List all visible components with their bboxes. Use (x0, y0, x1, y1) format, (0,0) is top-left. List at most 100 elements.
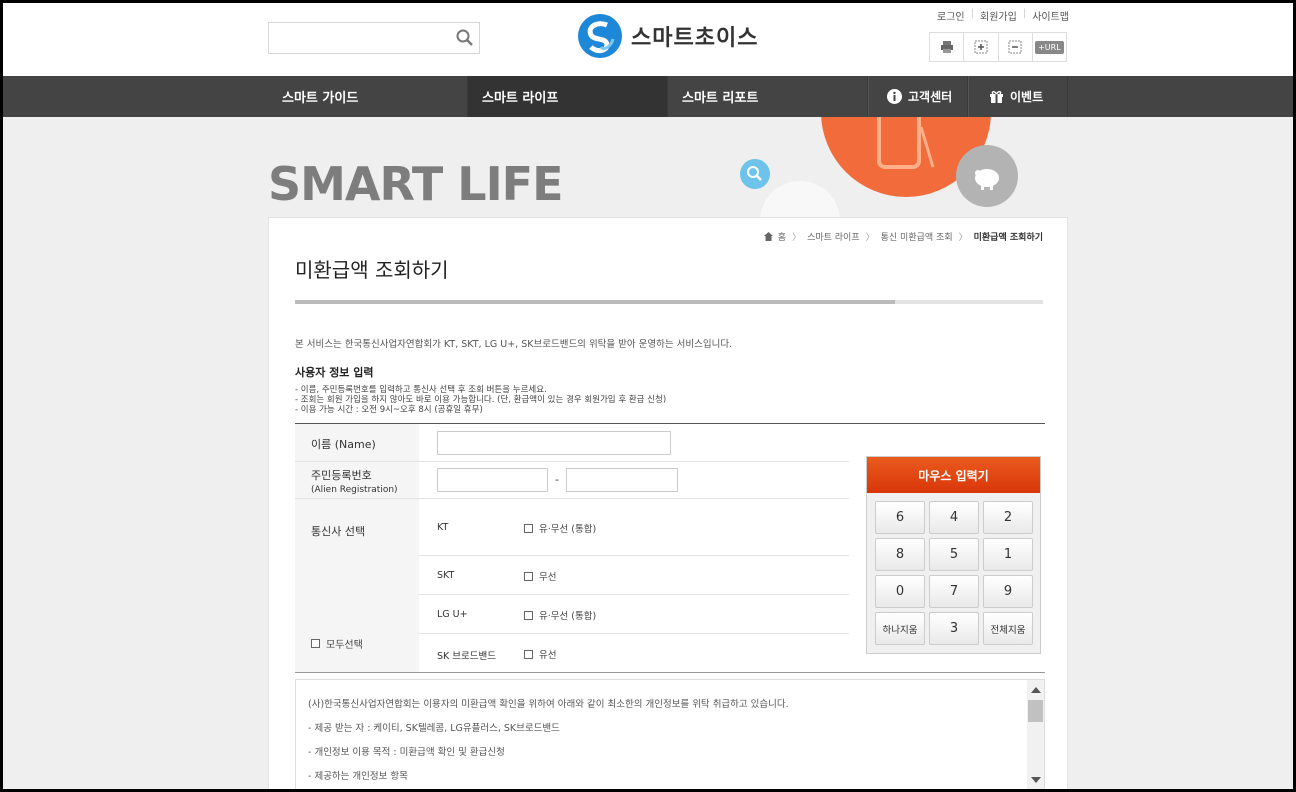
carrier-lgu-checkbox[interactable]: 유·무선 (통합) (524, 608, 596, 622)
gift-icon (990, 91, 1003, 103)
terms-line: - 제공하는 개인정보 항목 (308, 771, 408, 782)
keypad-backspace-button[interactable]: 하나지움 (875, 612, 925, 645)
keypad-grid: 6 4 2 8 5 1 0 7 9 하나지움 3 전체지움 (875, 501, 1033, 645)
rrn-label: 주민등록번호 (Alien Registration) (311, 467, 398, 495)
name-input[interactable] (437, 431, 671, 455)
carrier-name-lgu: LG U+ (437, 609, 468, 620)
keypad-key[interactable]: 4 (929, 501, 979, 534)
checkbox-icon (524, 571, 533, 581)
carrier-skb-option: 유선 (539, 650, 557, 661)
logo-icon (578, 14, 622, 58)
scroll-up-icon[interactable] (1031, 687, 1041, 693)
rrn-dash: - (555, 473, 559, 486)
hero-piggy-icon (956, 145, 1018, 207)
chevron-right-icon: 〉 (958, 233, 968, 243)
scroll-down-icon[interactable] (1031, 777, 1041, 783)
breadcrumb-home[interactable]: 홈 (778, 230, 786, 243)
hero-search-icon (740, 159, 770, 189)
breadcrumb-smart-life[interactable]: 스마트 라이프 (807, 230, 860, 243)
breadcrumb-current: 미환급액 조회하기 (973, 233, 1043, 243)
nav-smart-life-label: 스마트 라이프 (482, 91, 559, 106)
nav-smart-life[interactable]: 스마트 라이프 (468, 76, 668, 117)
carrier-name-skt: SKT (437, 570, 455, 581)
carrier-skt-option: 무선 (539, 572, 557, 583)
info-icon (887, 89, 902, 104)
select-all-label: 모두선택 (326, 640, 363, 651)
service-intro: 본 서비스는 한국통신사업자연합회가 KT, SKT, LG U+, SK브로드… (295, 339, 733, 350)
utility-links: 로그인 | 회원가입 | 사이트맵 (937, 8, 1069, 23)
keypad-key[interactable]: 7 (929, 575, 979, 608)
rrn-back-input[interactable] (566, 468, 678, 492)
keypad-title: 마우스 입력기 (867, 457, 1040, 493)
page-title: 미환급액 조회하기 (295, 258, 449, 282)
nav-support[interactable]: 고객센터 (868, 76, 968, 117)
hero-title: SMART LIFE (268, 157, 564, 211)
nav-smart-guide[interactable]: 스마트 가이드 (268, 76, 468, 117)
url-copy-icon[interactable]: +URL (1033, 33, 1066, 61)
carrier-lgu-option: 유·무선 (통합) (539, 611, 597, 622)
nav-event-label: 이벤트 (1010, 90, 1044, 104)
terms-scrollbar[interactable] (1027, 680, 1044, 789)
rrn-front-input[interactable] (437, 468, 548, 492)
chevron-right-icon: 〉 (792, 233, 802, 243)
nav-event[interactable]: 이벤트 (968, 76, 1068, 117)
keypad-key[interactable]: 0 (875, 575, 925, 608)
instruction-notes: - 이름, 주민등록번호를 입력하고 통신사 선택 후 조회 버튼을 누르세요.… (295, 385, 666, 415)
carrier-name-skb: SK 브로드밴드 (437, 651, 496, 662)
logo-text: 스마트초이스 (631, 26, 759, 51)
carrier-kt-option: 유·무선 (통합) (539, 524, 597, 535)
nav-smart-report-label: 스마트 리포트 (682, 91, 759, 106)
carrier-label: 통신사 선택 (311, 525, 366, 538)
search-input[interactable] (269, 23, 449, 53)
rrn-label-text: 주민등록번호 (311, 469, 372, 482)
sitemap-link[interactable]: 사이트맵 (1032, 8, 1069, 23)
privacy-terms-box[interactable]: (사)한국통신사업자연합회는 이용자의 미환급액 확인을 위하여 아래와 같이 … (295, 679, 1045, 789)
keypad-key[interactable]: 9 (983, 575, 1033, 608)
site-logo[interactable]: 스마트초이스 (577, 13, 758, 59)
nav-smart-report[interactable]: 스마트 리포트 (668, 76, 868, 117)
scroll-thumb[interactable] (1028, 700, 1043, 722)
breadcrumb-refund-lookup[interactable]: 통신 미환급액 조회 (881, 230, 953, 243)
checkbox-icon (311, 639, 320, 648)
terms-line: - 제공 받는 자 : 케이티, SK텔레콤, LG유플러스, SK브로드밴드 (308, 723, 560, 734)
keypad-key[interactable]: 8 (875, 538, 925, 571)
content-card: 홈 〉 스마트 라이프 〉 통신 미환급액 조회 〉 미환급액 조회하기 미환급… (268, 217, 1068, 789)
print-icon[interactable] (930, 33, 965, 61)
login-link[interactable]: 로그인 (937, 8, 965, 23)
url-copy-label: +URL (1035, 40, 1064, 54)
nav-smart-guide-label: 스마트 가이드 (282, 91, 359, 106)
keypad-key[interactable]: 3 (929, 612, 979, 645)
carrier-skb-checkbox[interactable]: 유선 (524, 647, 556, 661)
search-icon[interactable] (455, 28, 475, 48)
keypad-key[interactable]: 1 (983, 538, 1033, 571)
search-box (268, 22, 480, 54)
zoom-in-icon[interactable] (964, 33, 999, 61)
browser-page: 스마트초이스 로그인 | 회원가입 | 사이트맵 +URL 스마트 가이드 스마… (0, 0, 1296, 792)
keypad-key[interactable]: 2 (983, 501, 1033, 534)
select-all-checkbox[interactable]: 모두선택 (311, 636, 363, 651)
checkbox-icon (524, 523, 533, 533)
tool-icons: +URL (929, 32, 1067, 62)
keypad-clear-button[interactable]: 전체지움 (983, 612, 1033, 645)
main-nav: 스마트 가이드 스마트 라이프 스마트 리포트 고객센터 이벤트 (3, 76, 1293, 117)
join-link[interactable]: 회원가입 (980, 8, 1017, 23)
section-title: 사용자 정보 입력 (295, 366, 374, 379)
carrier-kt-checkbox[interactable]: 유·무선 (통합) (524, 521, 596, 535)
keypad-key[interactable]: 6 (875, 501, 925, 534)
breadcrumb: 홈 〉 스마트 라이프 〉 통신 미환급액 조회 〉 미환급액 조회하기 (763, 230, 1043, 243)
mouse-keypad: 마우스 입력기 6 4 2 8 5 1 0 7 9 하나지움 3 전체지움 (866, 456, 1041, 654)
keypad-key[interactable]: 5 (929, 538, 979, 571)
nav-support-label: 고객센터 (908, 90, 953, 104)
home-icon[interactable] (763, 232, 773, 241)
header: 스마트초이스 로그인 | 회원가입 | 사이트맵 +URL (3, 3, 1293, 76)
rrn-sublabel: (Alien Registration) (311, 485, 398, 495)
hero-banner: SMART LIFE (3, 117, 1293, 227)
checkbox-icon (524, 649, 533, 659)
chevron-right-icon: 〉 (865, 233, 875, 243)
zoom-out-icon[interactable] (999, 33, 1033, 61)
terms-line: (사)한국통신사업자연합회는 이용자의 미환급액 확인을 위하여 아래와 같이 … (308, 699, 789, 710)
terms-line: - 개인정보 이용 목적 : 미환급액 확인 및 환급신청 (308, 747, 505, 758)
carrier-skt-checkbox[interactable]: 무선 (524, 569, 556, 583)
note-line: - 조회는 회원 가입을 하지 않아도 바로 이용 가능합니다. (단, 환급액… (295, 395, 667, 405)
note-line: - 이용 가능 시간 : 오전 9시~오후 8시 (공휴일 휴무) (295, 405, 483, 415)
